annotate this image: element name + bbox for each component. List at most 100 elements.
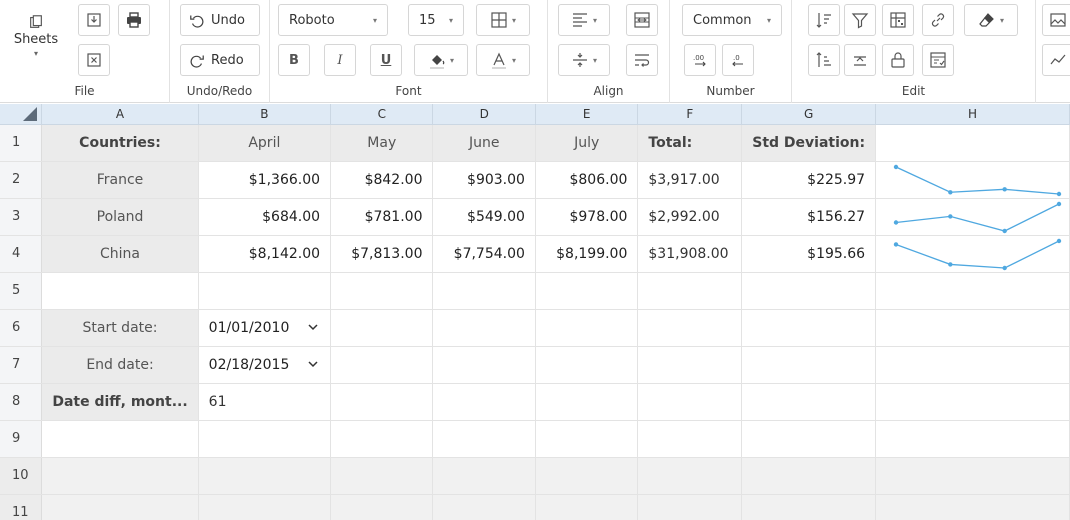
cell-e1[interactable]: July bbox=[535, 124, 639, 162]
filter-button[interactable] bbox=[844, 4, 876, 36]
font-family-select[interactable]: Roboto ▾ bbox=[278, 4, 388, 36]
cell-a4[interactable]: China bbox=[41, 235, 199, 273]
cell-f7[interactable] bbox=[637, 346, 743, 384]
clear-button[interactable]: ▾ bbox=[964, 4, 1018, 36]
cell-f3[interactable]: $2,992.00 bbox=[637, 198, 743, 236]
lock-cells-button[interactable] bbox=[882, 44, 914, 76]
merge-cells-button[interactable] bbox=[626, 4, 658, 36]
cell-h11[interactable] bbox=[875, 494, 1070, 520]
clear-filter-button[interactable] bbox=[844, 44, 876, 76]
undo-button[interactable]: Undo bbox=[180, 4, 260, 36]
cell-d5[interactable] bbox=[432, 272, 536, 310]
decrease-decimal-button[interactable]: .0 bbox=[722, 44, 754, 76]
font-size-select[interactable]: 15 ▾ bbox=[408, 4, 464, 36]
cell-d11[interactable] bbox=[432, 494, 536, 520]
cell-f8[interactable] bbox=[637, 383, 743, 421]
redo-button[interactable]: Redo bbox=[180, 44, 260, 76]
cell-b5[interactable] bbox=[198, 272, 332, 310]
cell-g8[interactable] bbox=[741, 383, 877, 421]
row-header-7[interactable]: 7 bbox=[0, 346, 43, 384]
freeze-panes-button[interactable] bbox=[882, 4, 914, 36]
chevron-down-icon[interactable] bbox=[308, 322, 318, 332]
cell-c9[interactable] bbox=[330, 420, 434, 458]
cell-a8[interactable]: Date diff, mont... bbox=[41, 383, 199, 421]
row-header-6[interactable]: 6 bbox=[0, 309, 43, 347]
cell-c7[interactable] bbox=[330, 346, 434, 384]
sort-ascending-button[interactable] bbox=[808, 4, 840, 36]
cell-d2[interactable]: $903.00 bbox=[432, 161, 536, 199]
cell-e7[interactable] bbox=[535, 346, 639, 384]
cell-f2[interactable]: $3,917.00 bbox=[637, 161, 743, 199]
row-header-11[interactable]: 11 bbox=[0, 494, 43, 520]
cell-d9[interactable] bbox=[432, 420, 536, 458]
cell-f5[interactable] bbox=[637, 272, 743, 310]
italic-button[interactable]: I bbox=[324, 44, 356, 76]
cell-h1[interactable] bbox=[875, 124, 1070, 162]
cell-d10[interactable] bbox=[432, 457, 536, 495]
cell-d4[interactable]: $7,754.00 bbox=[432, 235, 536, 273]
cell-c2[interactable]: $842.00 bbox=[330, 161, 434, 199]
increase-decimal-button[interactable]: .00 bbox=[684, 44, 716, 76]
validation-button[interactable] bbox=[922, 44, 954, 76]
cell-g3[interactable]: $156.27 bbox=[741, 198, 877, 236]
cell-e4[interactable]: $8,199.00 bbox=[535, 235, 639, 273]
number-format-select[interactable]: Common ▾ bbox=[682, 4, 782, 36]
cell-h8[interactable] bbox=[875, 383, 1070, 421]
cell-c8[interactable] bbox=[330, 383, 434, 421]
chevron-down-icon[interactable] bbox=[308, 359, 318, 369]
cell-b4[interactable]: $8,142.00 bbox=[198, 235, 332, 273]
cell-g6[interactable] bbox=[741, 309, 877, 347]
cell-h6[interactable] bbox=[875, 309, 1070, 347]
cell-b8[interactable]: 61 bbox=[198, 383, 332, 421]
cell-d3[interactable]: $549.00 bbox=[432, 198, 536, 236]
borders-button[interactable]: ▾ bbox=[476, 4, 530, 36]
horizontal-align-button[interactable]: ▾ bbox=[558, 4, 610, 36]
cell-h7[interactable] bbox=[875, 346, 1070, 384]
insert-image-button[interactable] bbox=[1042, 4, 1070, 36]
row-header-4[interactable]: 4 bbox=[0, 235, 43, 273]
cell-a11[interactable] bbox=[41, 494, 199, 520]
cell-g2[interactable]: $225.97 bbox=[741, 161, 877, 199]
row-header-8[interactable]: 8 bbox=[0, 383, 43, 421]
cell-f9[interactable] bbox=[637, 420, 743, 458]
cell-b1[interactable]: April bbox=[198, 124, 332, 162]
insert-sparkline-button[interactable] bbox=[1042, 44, 1070, 76]
bold-button[interactable]: B bbox=[278, 44, 310, 76]
cell-e5[interactable] bbox=[535, 272, 639, 310]
cell-a9[interactable] bbox=[41, 420, 199, 458]
cell-c10[interactable] bbox=[330, 457, 434, 495]
cell-c11[interactable] bbox=[330, 494, 434, 520]
cell-d6[interactable] bbox=[432, 309, 536, 347]
column-header-c[interactable]: C bbox=[330, 104, 434, 125]
cell-b10[interactable] bbox=[198, 457, 332, 495]
cell-a3[interactable]: Poland bbox=[41, 198, 199, 236]
column-header-e[interactable]: E bbox=[535, 104, 639, 125]
row-header-3[interactable]: 3 bbox=[0, 198, 43, 236]
cell-c3[interactable]: $781.00 bbox=[330, 198, 434, 236]
select-all-corner[interactable] bbox=[0, 104, 43, 125]
print-button[interactable] bbox=[118, 4, 150, 36]
fill-color-button[interactable]: ▾ bbox=[414, 44, 468, 76]
sort-descending-button[interactable] bbox=[808, 44, 840, 76]
cell-b11[interactable] bbox=[198, 494, 332, 520]
row-header-9[interactable]: 9 bbox=[0, 420, 43, 458]
row-header-10[interactable]: 10 bbox=[0, 457, 43, 495]
link-button[interactable] bbox=[922, 4, 954, 36]
cell-e10[interactable] bbox=[535, 457, 639, 495]
underline-button[interactable]: U bbox=[370, 44, 402, 76]
end-date-picker[interactable]: 02/18/2015 bbox=[198, 346, 332, 384]
start-date-picker[interactable]: 01/01/2010 bbox=[198, 309, 332, 347]
column-header-d[interactable]: D bbox=[432, 104, 536, 125]
cell-h10[interactable] bbox=[875, 457, 1070, 495]
sheets-button[interactable]: Sheets ▾ bbox=[4, 4, 68, 68]
cell-d8[interactable] bbox=[432, 383, 536, 421]
wrap-text-button[interactable] bbox=[626, 44, 658, 76]
cell-f11[interactable] bbox=[637, 494, 743, 520]
cell-d1[interactable]: June bbox=[432, 124, 536, 162]
row-header-5[interactable]: 5 bbox=[0, 272, 43, 310]
cell-e3[interactable]: $978.00 bbox=[535, 198, 639, 236]
cell-e9[interactable] bbox=[535, 420, 639, 458]
cell-c4[interactable]: $7,813.00 bbox=[330, 235, 434, 273]
cell-f4[interactable]: $31,908.00 bbox=[637, 235, 743, 273]
row-header-2[interactable]: 2 bbox=[0, 161, 43, 199]
